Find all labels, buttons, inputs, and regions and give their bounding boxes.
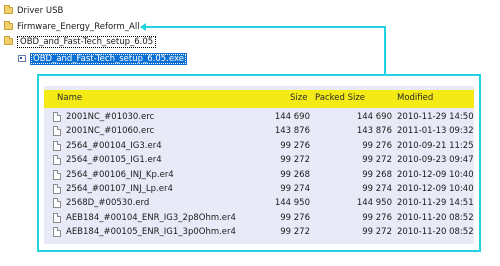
file-packed-size: 99 272	[362, 155, 392, 166]
folder-icon	[4, 36, 13, 45]
file-icon	[53, 212, 61, 223]
table-row[interactable]: AEB184_#00104_ENR_IG3_2p8Ohm.er4 99 276 99…	[44, 212, 474, 226]
tree-item-driver-usb[interactable]: Driver USB	[4, 4, 63, 17]
file-size: 144 690	[274, 112, 310, 122]
tree-item-obd-setup-exe[interactable]: OBD_and_Fast-Tech_setup_6.05.exe	[18, 52, 187, 65]
executable-icon	[18, 55, 26, 62]
file-modified: 2010-11-20 08:52	[397, 212, 474, 223]
file-icon	[53, 112, 61, 122]
table-row[interactable]: AEB184_#00105_ENR_IG1_3p0Ohm.er4 99 272 99…	[44, 226, 474, 240]
folder-icon	[4, 21, 13, 30]
tree-item-label: Firmware_Energy_Reform_All	[17, 21, 140, 32]
file-packed-size: 99 274	[362, 184, 392, 194]
table-row[interactable]: 2001NC_#01060.erc 143 876 143 876 2011-01-1…	[44, 125, 474, 139]
column-header-size[interactable]: Size	[290, 93, 307, 103]
tree-item-firmware[interactable]: Firmware_Energy_Reform_All	[4, 20, 140, 33]
table-row[interactable]: 2564_#00105_IG1.er4 99 272 99 272 2010-09-2…	[44, 154, 474, 168]
file-packed-size: 99 276	[362, 212, 392, 223]
file-packed-size: 144 950	[356, 198, 392, 209]
tree-item-obd-setup-folder[interactable]: OBD_and_Fast-Tech_setup_6.05	[4, 35, 157, 48]
file-size: 99 272	[280, 155, 310, 166]
archive-file-list: Name Size Packed Size Modified 2001NC_#0…	[44, 86, 474, 244]
file-modified: 2010-11-29 14:50	[397, 112, 474, 122]
file-name: 2568D_#00530.erd	[66, 198, 150, 209]
file-icon	[53, 184, 61, 194]
file-modified: 2010-12-09 10:40	[397, 184, 474, 194]
column-header-packed-size[interactable]: Packed Size	[315, 93, 365, 103]
folder-icon	[4, 5, 13, 14]
file-size: 99 268	[280, 169, 310, 180]
file-name: AEB184_#00105_ENR_IG1_3p0Ohm.er4	[66, 227, 236, 238]
file-size: 99 276	[280, 212, 310, 223]
table-row[interactable]: 2564_#00107_INJ_Lp.er4 99 274 99 274 2010-1…	[44, 183, 474, 197]
file-name: 2564_#00105_IG1.er4	[66, 155, 162, 166]
file-packed-size: 143 876	[356, 126, 392, 137]
file-packed-size: 99 276	[362, 140, 392, 151]
file-icon	[53, 155, 61, 166]
file-name: 2564_#00104_IG3.er4	[66, 140, 162, 151]
file-icon	[53, 140, 61, 151]
tree-item-label: OBD_and_Fast-Tech_setup_6.05	[17, 35, 157, 48]
file-modified: 2010-09-23 09:47	[397, 155, 474, 166]
table-row[interactable]: 2001NC_#01030.erc 144 690 144 690 2010-11-2…	[44, 111, 474, 125]
connector-line	[145, 26, 385, 28]
table-row[interactable]: 2564_#00104_IG3.er4 99 276 99 276 2010-09-2…	[44, 140, 474, 154]
file-modified: 2010-11-20 08:52	[397, 227, 474, 238]
archive-popup: Name Size Packed Size Modified 2001NC_#0…	[37, 74, 481, 252]
file-name: 2001NC_#01030.erc	[66, 112, 155, 122]
file-modified: 2010-11-29 14:51	[397, 198, 474, 209]
tree-item-label: Driver USB	[17, 5, 64, 16]
file-name: 2564_#00107_INJ_Lp.er4	[66, 184, 173, 194]
file-icon	[53, 169, 61, 180]
file-name: 2001NC_#01060.erc	[66, 126, 155, 137]
file-icon	[53, 227, 61, 238]
table-row[interactable]: 2568D_#00530.erd 144 950 144 950 2010-11-29…	[44, 197, 474, 211]
file-icon	[53, 126, 61, 137]
list-header: Name Size Packed Size Modified	[44, 90, 474, 108]
file-size: 143 876	[274, 126, 310, 137]
column-header-name[interactable]: Name	[57, 93, 82, 103]
file-packed-size: 99 272	[362, 227, 392, 238]
file-modified: 2010-09-21 11:25	[397, 140, 474, 151]
tree-item-label: OBD_and_Fast-Tech_setup_6.05.exe	[30, 52, 187, 65]
file-modified: 2010-12-09 10:40	[397, 169, 474, 180]
file-modified: 2011-01-13 09:32	[397, 126, 474, 137]
table-row[interactable]: 2564_#00106_INJ_Kp.er4 99 268 99 268 2010-1…	[44, 169, 474, 183]
file-size: 99 272	[280, 227, 310, 238]
file-name: 2564_#00106_INJ_Kp.er4	[66, 169, 174, 180]
file-size: 144 950	[274, 198, 310, 209]
file-size: 99 274	[280, 184, 310, 194]
file-packed-size: 99 268	[362, 169, 392, 180]
column-header-modified[interactable]: Modified	[397, 93, 433, 103]
file-icon	[53, 198, 61, 209]
file-name: AEB184_#00104_ENR_IG3_2p8Ohm.er4	[66, 212, 236, 223]
connector-line	[384, 26, 386, 76]
file-size: 99 276	[280, 140, 310, 151]
file-packed-size: 144 690	[356, 112, 392, 122]
